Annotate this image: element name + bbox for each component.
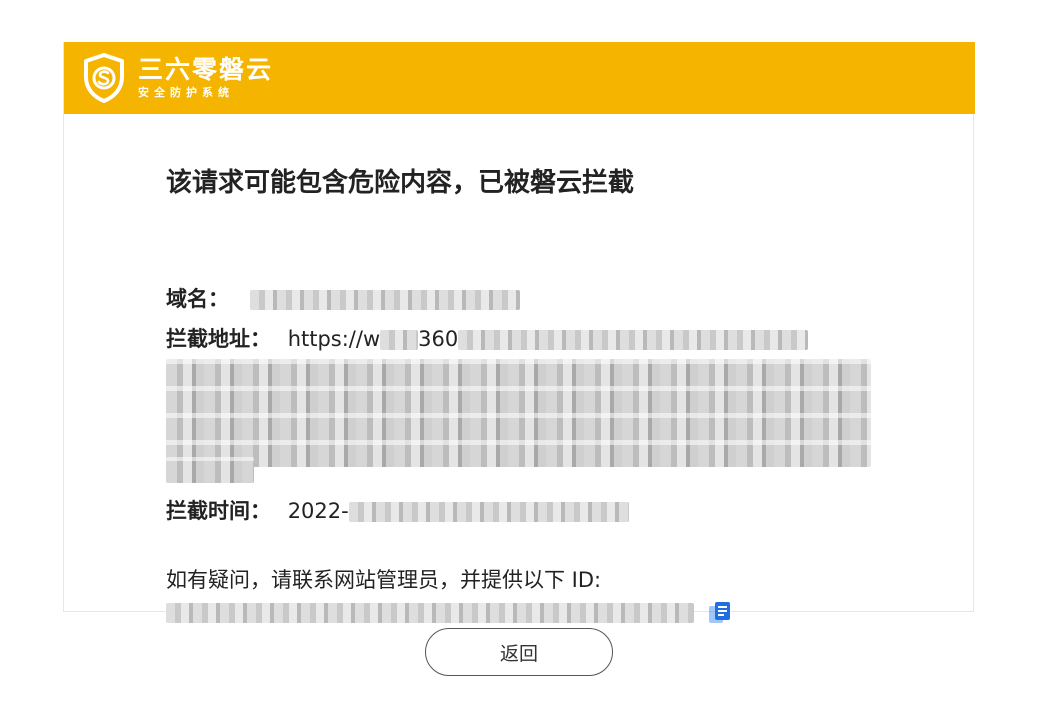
domain-value-redacted [249,290,520,310]
url-row: 拦截地址： https://w 360 [166,324,809,354]
contact-text: 如有疑问，请联系网站管理员，并提供以下 ID: [166,568,602,592]
url-prefix: https://w [287,327,381,351]
request-id-redacted [166,603,694,623]
url-redacted-part [380,330,419,350]
url-value-redacted-block [166,359,871,467]
brand-name: 三六零磐云 [138,55,274,84]
time-prefix: 2022- [287,499,349,523]
domain-row: 域名： [166,284,520,314]
brand-logo: 三六零磐云 安全防护系统 [82,52,273,104]
time-value-redacted [348,502,629,522]
url-label: 拦截地址： [166,327,271,351]
url-redacted-rest [458,330,809,350]
contact-row: 如有疑问，请联系网站管理员，并提供以下 ID: [166,565,601,595]
shield-s-icon [84,53,124,103]
notice-title: 该请求可能包含危险内容，已被磐云拦截 [166,168,635,198]
request-id-row [166,597,731,627]
domain-label: 域名： [166,287,229,311]
brand-text: 三六零磐云 安全防护系统 [138,55,273,101]
block-notice-panel: 三六零磐云 安全防护系统 该请求可能包含危险内容，已被磐云拦截 域名： 拦截地址… [63,42,975,623]
url-mid: 360 [418,327,459,351]
brand-header: 三六零磐云 安全防护系统 [64,42,975,114]
copy-icon-glyph [708,602,730,623]
back-button[interactable]: 返回 [425,628,613,676]
brand-subtitle: 安全防护系统 [138,86,234,99]
time-row: 拦截时间： 2022- [166,496,629,526]
url-value-redacted-tail [166,457,254,483]
copy-icon[interactable] [708,601,731,625]
time-label: 拦截时间： [166,499,271,523]
